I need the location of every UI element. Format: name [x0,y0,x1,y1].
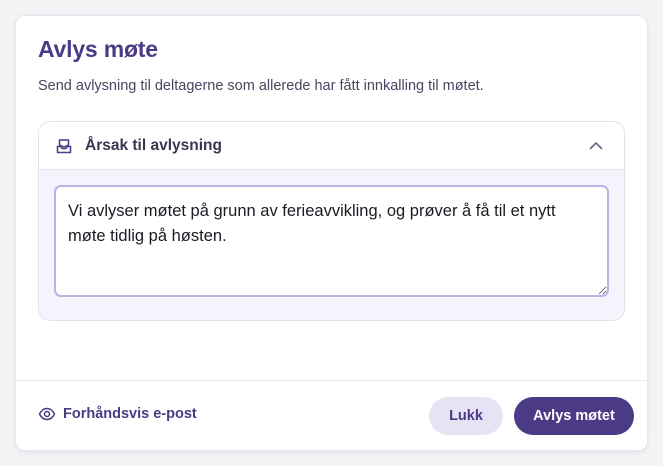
reason-textarea[interactable]: Vi avlyser møtet på grunn av ferieavvikl… [54,185,609,297]
reason-section: Årsak til avlysning Vi avlyser møtet på … [38,121,625,321]
eye-icon [38,405,56,423]
chevron-up-icon[interactable] [588,138,604,154]
preview-email-label: Forhåndsvis e-post [63,406,197,422]
preview-email-link[interactable]: Forhåndsvis e-post [38,405,197,423]
cancel-meeting-dialog: Avlys møte Send avlysning til deltagerne… [15,15,648,451]
cancel-meeting-button[interactable]: Avlys møtet [514,397,634,435]
dialog-subtitle: Send avlysning til deltagerne som allere… [38,78,484,94]
dialog-footer: Forhåndsvis e-post Lukk Avlys møtet [16,380,647,450]
reason-section-title: Årsak til avlysning [85,136,222,154]
close-button[interactable]: Lukk [429,397,503,435]
mail-tray-icon [55,137,73,155]
reason-section-header[interactable]: Årsak til avlysning [39,122,624,170]
reason-section-body: Vi avlyser møtet på grunn av ferieavvikl… [39,170,624,312]
dialog-title: Avlys møte [38,36,158,62]
